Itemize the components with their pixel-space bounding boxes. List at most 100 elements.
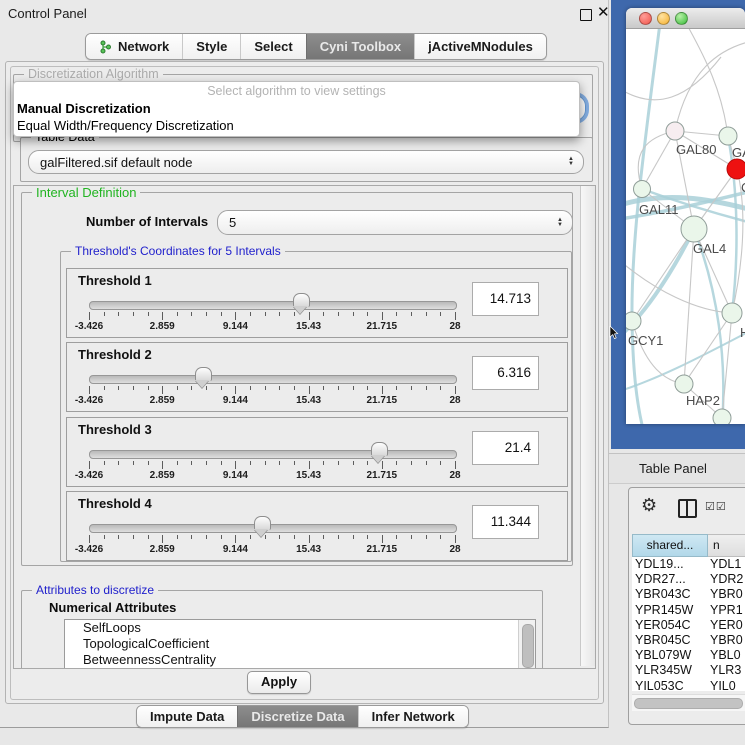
minimize-traffic-light-icon[interactable] <box>657 12 670 25</box>
node-node-red[interactable] <box>727 159 745 179</box>
cell-name[interactable]: YDL1 <box>708 557 745 572</box>
table-data-combobox-value: galFiltered.sif default node <box>40 155 192 170</box>
tab-jactivemnodules[interactable]: jActiveMNodules <box>414 34 546 59</box>
float-window-icon[interactable] <box>580 9 592 21</box>
slider-thumb[interactable] <box>195 367 212 381</box>
cell-name[interactable]: YER0 <box>708 618 745 633</box>
checkbox-icons[interactable]: ☑☑ <box>705 500 727 513</box>
bottom-tab-infer-network[interactable]: Infer Network <box>358 706 468 727</box>
cell-shared-name[interactable]: YPR145W <box>632 603 708 618</box>
tab-style[interactable]: Style <box>182 34 240 59</box>
node-gcy1[interactable] <box>626 312 641 330</box>
cell-shared-name[interactable]: YLR345W <box>632 663 708 678</box>
tab-select[interactable]: Select <box>240 34 305 59</box>
cell-name[interactable]: YBL0 <box>708 648 745 663</box>
table-row[interactable]: YPR145WYPR1 <box>632 603 745 618</box>
bottom-tab-discretize-data[interactable]: Discretize Data <box>237 706 357 727</box>
threshold-value-field[interactable]: 6.316 <box>472 356 539 390</box>
edge-gray[interactable] <box>642 131 675 189</box>
main-scrollbar-track[interactable] <box>580 186 595 666</box>
bottom-tab-impute-data[interactable]: Impute Data <box>137 706 237 727</box>
table-row[interactable]: YBR045CYBR0 <box>632 633 745 648</box>
cell-name[interactable]: YBR0 <box>708 587 745 602</box>
table-row[interactable]: YBR043CYBR0 <box>632 587 745 602</box>
node-gal11[interactable] <box>634 181 651 198</box>
top-tab-bar: NetworkStyleSelectCyni ToolboxjActiveMNo… <box>85 33 547 60</box>
node-node-top-right[interactable] <box>719 127 737 145</box>
cell-shared-name[interactable]: YBR045C <box>632 633 708 648</box>
table-row[interactable]: YLR345WYLR3 <box>632 663 745 678</box>
threshold-value-field[interactable]: 14.713 <box>472 282 539 316</box>
tab-cyni-toolbox[interactable]: Cyni Toolbox <box>306 34 414 59</box>
cell-name[interactable]: YLR3 <box>708 663 745 678</box>
tab-network[interactable]: Network <box>86 34 182 59</box>
slider-track[interactable] <box>89 524 457 533</box>
slider-track[interactable] <box>89 375 457 384</box>
node-gal4[interactable] <box>681 216 707 242</box>
cell-shared-name[interactable]: YBL079W <box>632 648 708 663</box>
node-gal80[interactable] <box>666 122 684 140</box>
threshold-value-field[interactable]: 11.344 <box>472 505 539 539</box>
table-hscrollbar-track[interactable] <box>632 694 745 711</box>
table-hscrollbar-thumb[interactable] <box>634 698 743 709</box>
table-row[interactable]: YBL079WYBL0 <box>632 648 745 663</box>
dropdown-placeholder-item[interactable]: Select algorithm to view settings <box>14 82 579 100</box>
tick-label: 21.715 <box>367 321 398 332</box>
close-traffic-light-icon[interactable] <box>639 12 652 25</box>
node-node-h[interactable] <box>722 303 742 323</box>
slider-tick-labels: -3.4262.8599.14415.4321.71528 <box>89 544 455 556</box>
zoom-traffic-light-icon[interactable] <box>675 12 688 25</box>
edge-gray[interactable] <box>684 313 732 384</box>
table-row[interactable]: YDR27...YDR2 <box>632 572 745 587</box>
cell-name[interactable]: YPR1 <box>708 603 745 618</box>
cell-shared-name[interactable]: YDR27... <box>632 572 708 587</box>
table-row[interactable]: YER054CYER0 <box>632 618 745 633</box>
node-hap2[interactable] <box>675 375 693 393</box>
edge-gray[interactable] <box>632 321 684 384</box>
list-scrollbar-thumb[interactable] <box>522 624 534 668</box>
tick-label: 15.43 <box>296 321 321 332</box>
node-node-bottom[interactable] <box>713 409 731 424</box>
dropdown-item-equal-width-frequency[interactable]: Equal Width/Frequency Discretization <box>14 117 579 134</box>
attribute-list-item[interactable]: TopologicalCoefficient <box>65 636 535 652</box>
node-label-gal11: GAL11 <box>639 202 679 217</box>
cell-shared-name[interactable]: YER054C <box>632 618 708 633</box>
slider-track[interactable] <box>89 450 457 459</box>
threshold-value-field[interactable]: 21.4 <box>472 431 539 465</box>
attribute-list-item[interactable]: BetweennessCentrality <box>65 652 535 668</box>
table-row[interactable]: YDL19...YDL1 <box>632 557 745 572</box>
table-data-combobox[interactable]: galFiltered.sif default node ▲▼ <box>28 150 584 174</box>
column-layout-icon[interactable] <box>678 499 697 518</box>
slider-thumb[interactable] <box>254 516 271 530</box>
attribute-list-item[interactable]: SelfLoops <box>65 620 535 636</box>
table-rows[interactable]: YDL19...YDL1YDR27...YDR2YBR043CYBR0YPR14… <box>632 557 745 691</box>
network-window-titlebar[interactable] <box>626 8 745 29</box>
edge-gray[interactable] <box>675 41 745 131</box>
edge-gray[interactable] <box>686 29 728 136</box>
tab-label: Discretize Data <box>251 709 344 724</box>
slider-thumb[interactable] <box>371 442 388 456</box>
column-header-shared-name[interactable]: shared... <box>632 534 708 557</box>
edge-teal[interactable] <box>632 29 660 424</box>
gear-icon[interactable]: ⚙ <box>641 495 657 516</box>
cell-name[interactable]: YDR2 <box>708 572 745 587</box>
close-window-icon[interactable]: ✕ <box>597 3 610 21</box>
cell-shared-name[interactable]: YDL19... <box>632 557 708 572</box>
edge-gray[interactable] <box>632 229 694 321</box>
cell-name[interactable]: YIL0 <box>708 679 745 692</box>
network-canvas[interactable]: GAL80GACGAL11GAL4GCY1HHAP2 <box>626 29 745 424</box>
numerical-attributes-list[interactable]: SelfLoopsTopologicalCoefficientBetweenne… <box>64 619 536 669</box>
column-header-name[interactable]: n <box>708 534 745 557</box>
cell-name[interactable]: YBR0 <box>708 633 745 648</box>
number-of-intervals-combobox[interactable]: 5 ▲▼ <box>217 210 573 235</box>
table-row[interactable]: YIL053CYIL0 <box>632 679 745 692</box>
slider-track[interactable] <box>89 301 457 310</box>
network-graph[interactable]: GAL80GACGAL11GAL4GCY1HHAP2 <box>626 29 745 424</box>
node-label-node-top-right: GA <box>732 145 745 160</box>
dropdown-item-manual-discretization[interactable]: Manual Discretization <box>14 100 579 117</box>
cell-shared-name[interactable]: YIL053C <box>632 679 708 692</box>
list-scrollbar[interactable] <box>518 620 535 669</box>
cell-shared-name[interactable]: YBR043C <box>632 587 708 602</box>
apply-button[interactable]: Apply <box>247 671 311 694</box>
slider-thumb[interactable] <box>293 293 310 307</box>
